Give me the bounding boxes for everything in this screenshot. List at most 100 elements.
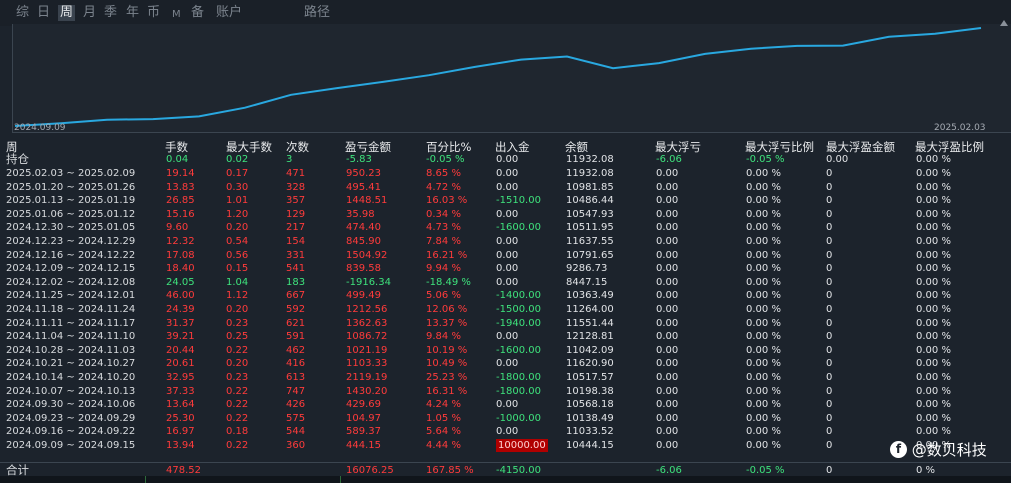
row-count: 183 [286, 276, 306, 288]
table-row[interactable]: 2024.11.04 ~ 2024.11.10 39.21 0.25 591 1086.… [0, 330, 1011, 343]
header-max-float-profit-pct[interactable]: 最大浮盈比例 [915, 140, 984, 154]
row-flow: 0.00 [496, 208, 519, 220]
table-row[interactable]: 2024.09.23 ~ 2024.09.29 25.30 0.22 575 104.9… [0, 412, 1011, 425]
row-pnl: 35.98 [346, 208, 375, 220]
header-flow[interactable]: 出入金 [495, 140, 530, 154]
row-max-float-profit-pct: 0.00 % [916, 304, 951, 315]
header-max-lots[interactable]: 最大手数 [226, 140, 272, 154]
header-pct[interactable]: 百分比% [426, 140, 471, 154]
table-row[interactable]: 2025.02.03 ~ 2025.02.09 19.14 0.17 471 950.2… [0, 167, 1011, 180]
row-flow: 0.00 [496, 263, 519, 275]
table-row[interactable]: 2024.11.25 ~ 2024.12.01 46.00 1.12 667 499.4… [0, 289, 1011, 302]
row-max-lots: 0.18 [226, 426, 249, 438]
row-pct: 5.64 % [426, 426, 461, 438]
row-balance: 10517.57 [566, 372, 614, 383]
header-max-float-profit[interactable]: 最大浮盈金额 [826, 140, 895, 154]
tab-path[interactable]: 路径 [304, 5, 330, 21]
row-lots: 37.33 [166, 385, 195, 397]
row-label: 2024.10.14 ~ 2024.10.20 [6, 372, 136, 383]
table-row[interactable]: 2024.12.16 ~ 2024.12.22 17.08 0.56 331 1504.… [0, 249, 1011, 262]
header-pnl[interactable]: 盈亏金额 [345, 140, 391, 154]
table-row[interactable]: 2024.09.09 ~ 2024.09.15 13.94 0.22 360 444.1… [0, 439, 1011, 452]
row-max-lots: 0.23 [226, 372, 249, 383]
tab-notes[interactable]: 备 [191, 5, 204, 21]
row-balance: 11932.08 [566, 168, 614, 179]
tab-month[interactable]: 月 [83, 5, 96, 21]
row-label: 2024.09.23 ~ 2024.09.29 [6, 412, 136, 424]
row-pnl: 845.90 [346, 236, 381, 247]
tab-account[interactable]: 账户 [216, 5, 242, 21]
row-pnl: 444.15 [346, 440, 381, 451]
row-count: 613 [286, 372, 306, 383]
row-label: 2024.12.16 ~ 2024.12.22 [6, 249, 136, 261]
table-row[interactable]: 2024.12.23 ~ 2024.12.29 12.32 0.54 154 845.9… [0, 235, 1011, 248]
row-pnl: 1086.72 [346, 331, 388, 343]
chart-scroll-arrow-icon[interactable] [1000, 20, 1008, 26]
table-row[interactable]: 2024.12.02 ~ 2024.12.08 24.05 1.04 183 -1916… [0, 276, 1011, 289]
row-count: 426 [286, 399, 306, 411]
row-count: 544 [286, 426, 306, 438]
row-max-float-loss-pct: 0.00 % [746, 195, 781, 207]
header-count[interactable]: 次数 [286, 140, 309, 154]
table-row[interactable]: 2024.12.30 ~ 2025.01.05 9.60 0.20 217 474.40… [0, 221, 1011, 234]
row-count: 667 [286, 290, 306, 302]
table-row[interactable]: 2024.12.09 ~ 2024.12.15 18.40 0.15 541 839.5… [0, 262, 1011, 275]
tab-currency[interactable]: 币 [147, 5, 160, 21]
position-row[interactable]: 持仓 0.04 0.02 3 -5.83 -0.05 % 0.00 11932.… [0, 153, 1011, 166]
row-pnl: 499.49 [346, 290, 381, 302]
tab-summary[interactable]: 综 [16, 5, 29, 21]
row-balance: 10981.85 [566, 181, 614, 193]
row-balance: 9286.73 [566, 263, 608, 275]
row-label: 2025.02.03 ~ 2025.02.09 [6, 168, 136, 179]
row-max-lots: 0.20 [226, 222, 249, 234]
row-max-float-profit-pct: 0.00 % [916, 426, 951, 438]
table-row[interactable]: 2024.10.14 ~ 2024.10.20 32.95 0.23 613 2119.… [0, 371, 1011, 384]
row-max-float-profit: 0 [826, 195, 833, 207]
position-flow: 0.00 [496, 154, 519, 165]
balance-curve-chart [12, 24, 1011, 133]
table-row[interactable]: 2025.01.13 ~ 2025.01.19 26.85 1.01 357 1448.… [0, 194, 1011, 207]
row-max-float-loss: 0.00 [656, 181, 679, 193]
table-row[interactable]: 2025.01.06 ~ 2025.01.12 15.16 1.20 129 35.98… [0, 208, 1011, 221]
row-count: 217 [286, 222, 306, 234]
row-label: 2024.09.09 ~ 2024.09.15 [6, 440, 136, 451]
row-count: 462 [286, 344, 306, 356]
header-lots[interactable]: 手数 [165, 140, 188, 154]
table-row[interactable]: 2024.09.30 ~ 2024.10.06 13.64 0.22 426 429.6… [0, 398, 1011, 411]
tab-m[interactable]: M [172, 7, 181, 23]
table-row[interactable]: 2024.10.07 ~ 2024.10.13 37.33 0.22 747 1430.… [0, 385, 1011, 398]
row-pnl: 1362.63 [346, 317, 388, 329]
chart-start-date: 2024.09.09 [14, 123, 66, 133]
row-balance: 10444.15 [566, 440, 614, 451]
table-row[interactable]: 2024.10.21 ~ 2024.10.27 20.61 0.20 416 1103.… [0, 357, 1011, 370]
header-max-float-loss[interactable]: 最大浮亏 [655, 140, 701, 154]
row-balance: 8447.15 [566, 276, 608, 288]
tab-day[interactable]: 日 [37, 5, 50, 21]
table-row[interactable]: 2024.11.11 ~ 2024.11.17 31.37 0.23 621 1362.… [0, 317, 1011, 330]
row-lots: 17.08 [166, 249, 195, 261]
tab-week[interactable]: 周 [58, 5, 76, 21]
table-row[interactable]: 2024.11.18 ~ 2024.11.24 24.39 0.20 592 1212.… [0, 303, 1011, 316]
row-count: 331 [286, 249, 306, 261]
row-max-float-loss: 0.00 [656, 195, 679, 207]
table-row[interactable]: 2024.10.28 ~ 2024.11.03 20.44 0.22 462 1021.… [0, 344, 1011, 357]
row-max-float-profit-pct: 0.00 % [916, 412, 951, 424]
row-max-float-loss-pct: 0.00 % [746, 426, 781, 438]
row-max-lots: 0.20 [226, 358, 249, 370]
table-row[interactable]: 2024.09.16 ~ 2024.09.22 16.97 0.18 544 589.3… [0, 425, 1011, 438]
header-balance[interactable]: 余额 [565, 140, 588, 154]
row-max-float-loss-pct: 0.00 % [746, 168, 781, 179]
row-flow: -1510.00 [496, 195, 541, 207]
totals-row[interactable]: 合计 478.52 16076.25 167.85 % -4150.00 -6.… [0, 462, 1011, 477]
row-balance: 10198.38 [566, 385, 614, 397]
row-balance: 11620.90 [566, 358, 614, 370]
tab-quarter[interactable]: 季 [104, 5, 117, 21]
row-max-float-loss-pct: 0.00 % [746, 385, 781, 397]
row-label: 2024.10.28 ~ 2024.11.03 [6, 344, 136, 356]
tab-year[interactable]: 年 [126, 5, 139, 21]
row-pct: 7.84 % [426, 236, 461, 247]
row-pct: 4.24 % [426, 399, 461, 411]
row-lots: 20.44 [166, 344, 195, 356]
table-row[interactable]: 2025.01.20 ~ 2025.01.26 13.83 0.30 328 495.4… [0, 181, 1011, 194]
header-max-float-loss-pct[interactable]: 最大浮亏比例 [745, 140, 814, 154]
